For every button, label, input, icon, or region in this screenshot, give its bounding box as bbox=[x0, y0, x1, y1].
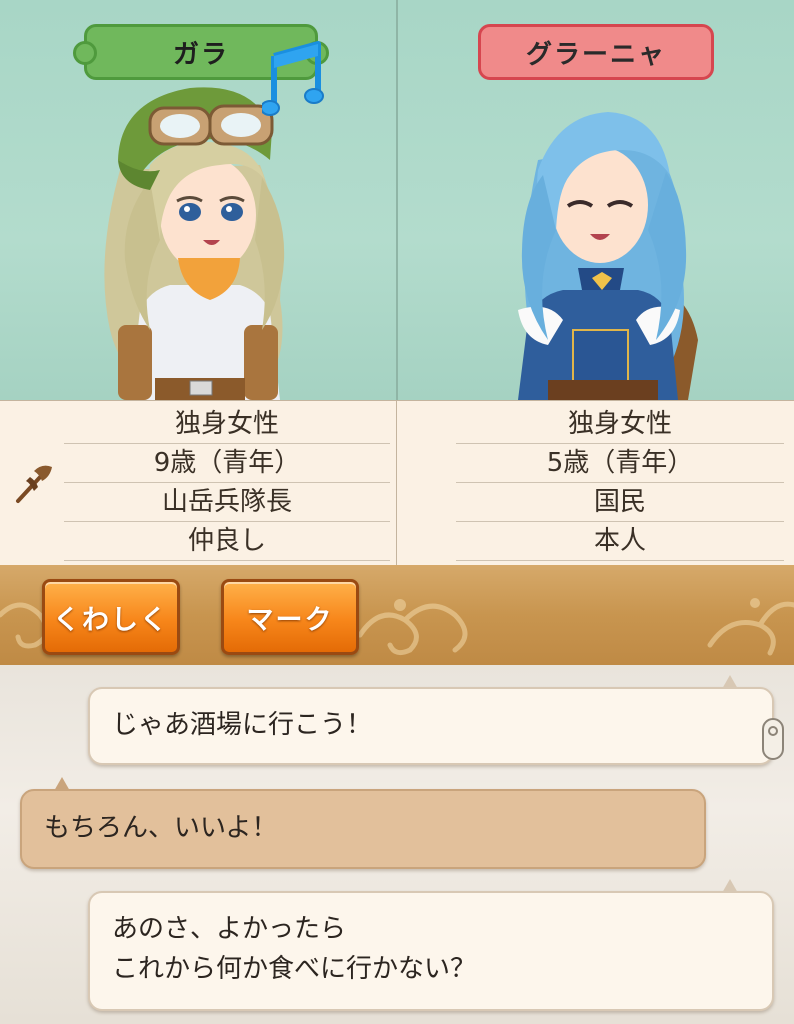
chat-message-text: もちろん、いいよ！ bbox=[44, 813, 278, 843]
chat-message-line: これから何か食べに行かない？ bbox=[112, 954, 477, 984]
music-note-icon bbox=[262, 41, 324, 116]
info-column-left: 独身女性 9歳（青年） 山岳兵隊長 仲良し bbox=[64, 405, 390, 561]
chat-message-text: あのさ、よかったら これから何か食べに行かない？ bbox=[112, 909, 476, 989]
axe-icon bbox=[16, 465, 52, 503]
details-button[interactable]: くわしく bbox=[42, 579, 180, 655]
chat-bubble-left: もちろん、いいよ！ bbox=[20, 777, 706, 869]
action-bar: くわしく マーク bbox=[0, 565, 794, 665]
chat-log: じゃあ酒場に行こう！ もちろん、いいよ！ あのさ、よかったら これから何か食べに… bbox=[0, 665, 794, 1024]
portrait-left-panel: ガラ bbox=[0, 0, 396, 400]
info-job-right: 国民 bbox=[456, 483, 784, 522]
info-divider bbox=[396, 401, 397, 565]
bubble-tail bbox=[54, 777, 70, 791]
pin-tab-icon[interactable] bbox=[760, 717, 786, 761]
bubble-tail bbox=[722, 879, 738, 893]
chat-bubble-right: じゃあ酒場に行こう！ bbox=[88, 675, 774, 765]
info-relation-left: 仲良し bbox=[64, 522, 390, 561]
info-age-left: 9歳（青年） bbox=[64, 444, 390, 483]
bubble-tail bbox=[722, 675, 738, 689]
mark-button[interactable]: マーク bbox=[221, 579, 359, 655]
info-status-left: 独身女性 bbox=[64, 405, 390, 444]
info-column-right: 独身女性 5歳（青年） 国民 本人 bbox=[456, 405, 784, 561]
portrait-right-panel: グラーニャ bbox=[398, 0, 794, 400]
chat-bubble-right: あのさ、よかったら これから何か食べに行かない？ bbox=[88, 879, 774, 1011]
chat-message-text: じゃあ酒場に行こう！ bbox=[112, 710, 373, 740]
info-age-right: 5歳（青年） bbox=[456, 444, 784, 483]
chat-message-line: あのさ、よかったら bbox=[112, 914, 347, 944]
info-status-right: 独身女性 bbox=[456, 405, 784, 444]
info-relation-right: 本人 bbox=[456, 522, 784, 561]
portrait-area: ガラ グラーニャ bbox=[0, 0, 794, 400]
info-job-left: 山岳兵隊長 bbox=[64, 483, 390, 522]
character-name-tag-right: グラーニャ bbox=[478, 24, 714, 80]
character-info-table: 独身女性 9歳（青年） 山岳兵隊長 仲良し 独身女性 5歳（青年） 国民 本人 bbox=[0, 400, 794, 566]
